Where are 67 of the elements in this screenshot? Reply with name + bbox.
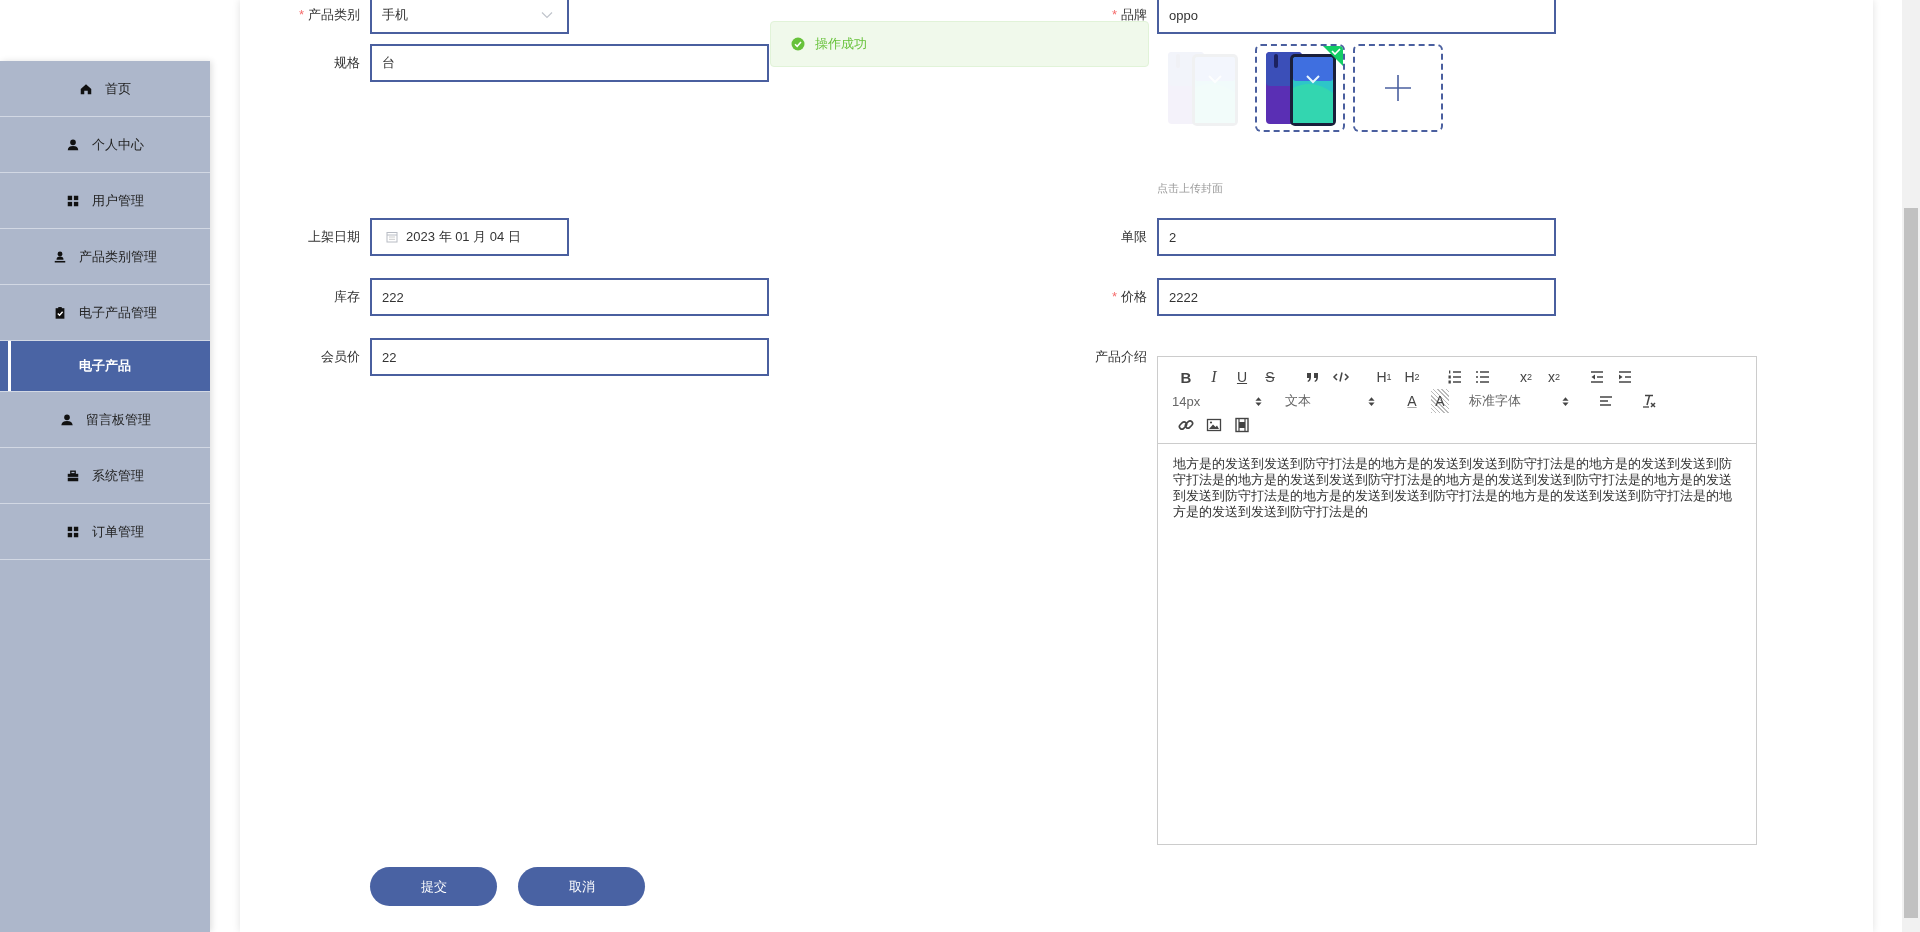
sidebar-item[interactable]: 产品类别管理	[0, 229, 210, 285]
sidebar-item[interactable]: 留言板管理	[0, 392, 210, 448]
grid-icon	[66, 193, 80, 208]
calendar-icon	[386, 231, 398, 243]
dropdown-label[interactable]: 14px	[1172, 393, 1201, 409]
sidebar-subitem[interactable]: 电子产品	[0, 341, 210, 392]
field-label: 价格	[1121, 289, 1147, 304]
field-label: 库存	[334, 289, 360, 304]
required-mark: *	[1111, 7, 1117, 22]
strikethrough-button[interactable]: S	[1256, 365, 1284, 389]
cancel-button[interactable]: 取消	[518, 867, 645, 906]
stamp-icon	[53, 249, 67, 264]
video-icon[interactable]	[1233, 416, 1251, 434]
text-field[interactable]: 222	[370, 278, 769, 316]
field-label: 会员价	[321, 349, 360, 364]
chevron-down-icon	[541, 11, 553, 19]
toast-message: 操作成功	[815, 35, 867, 53]
underline-button[interactable]: U	[1228, 365, 1256, 389]
clipboard-check-icon	[53, 305, 67, 320]
field-label: 产品介绍	[1095, 349, 1147, 364]
dropdown-arrows-icon	[1255, 395, 1262, 407]
plus-icon	[1383, 73, 1413, 103]
field-label: 单限	[1121, 229, 1147, 244]
dropdown-label[interactable]: 标准字体	[1469, 392, 1521, 410]
numbered-list-icon[interactable]	[1446, 368, 1464, 386]
editor-text[interactable]: 地方是的发送到发送到防守打法是的地方是的发送到发送到防守打法是的地方是的发送到发送到防守打法是的地方是的发送到发送到防守打法是的地方是的发送到发送到防守打法是的地方是的发送到发送到防守打法是的地方是的发送到发送到防守打法是的地方是的发送到发送到防守打法是的地方是的发送到发送到防守打法是的	[1173, 456, 1741, 520]
success-corner-icon	[1323, 46, 1343, 66]
select-field[interactable]: 手机	[370, 0, 569, 34]
indent-icon[interactable]	[1616, 368, 1634, 386]
sidebar-item[interactable]: 用户管理	[0, 173, 210, 229]
bold-button[interactable]: B	[1172, 365, 1200, 389]
sidebar-item[interactable]: 首页	[0, 61, 210, 117]
grid-icon	[66, 524, 80, 539]
image-icon[interactable]	[1205, 416, 1223, 434]
field-label: 品牌	[1121, 7, 1147, 22]
upload-button[interactable]	[1353, 44, 1443, 132]
italic-button[interactable]: I	[1200, 365, 1228, 389]
required-mark: *	[298, 7, 304, 22]
success-icon	[791, 37, 805, 51]
date-field[interactable]: 2023 年 01 月 04 日	[370, 218, 569, 256]
user-icon	[59, 412, 74, 427]
superscript-button[interactable]: x$^{2}$	[1540, 365, 1568, 389]
upload-hint: 点击上传封面	[1157, 181, 1224, 196]
clear-format-icon[interactable]	[1640, 392, 1658, 410]
text-field[interactable]: 2222	[1157, 278, 1556, 316]
text-field[interactable]: 22	[370, 338, 769, 376]
dropdown-label[interactable]: 文本	[1285, 392, 1311, 410]
text-field[interactable]: oppo	[1157, 0, 1556, 34]
text-color-button[interactable]: A	[1398, 389, 1426, 413]
briefcase-icon	[66, 468, 80, 483]
submit-button[interactable]: 提交	[370, 867, 497, 906]
scrollbar[interactable]	[1902, 0, 1920, 932]
dropdown-arrows-icon	[1368, 395, 1375, 407]
required-mark: *	[1111, 289, 1117, 304]
highlight-button[interactable]: A	[1431, 389, 1449, 413]
sidebar-item[interactable]: 订单管理	[0, 504, 210, 560]
outdent-icon[interactable]	[1588, 368, 1606, 386]
field-label: 产品类别	[308, 7, 360, 22]
field-label: 规格	[334, 55, 360, 70]
user-icon	[66, 137, 80, 152]
field-label: 上架日期	[308, 229, 360, 244]
text-field[interactable]: 台	[370, 44, 769, 82]
bullet-list-icon[interactable]	[1474, 368, 1492, 386]
dropdown-arrows-icon	[1562, 395, 1569, 407]
sidebar-item[interactable]: 系统管理	[0, 448, 210, 504]
sidebar-item[interactable]: 个人中心	[0, 117, 210, 173]
text-field[interactable]: 2	[1157, 218, 1556, 256]
